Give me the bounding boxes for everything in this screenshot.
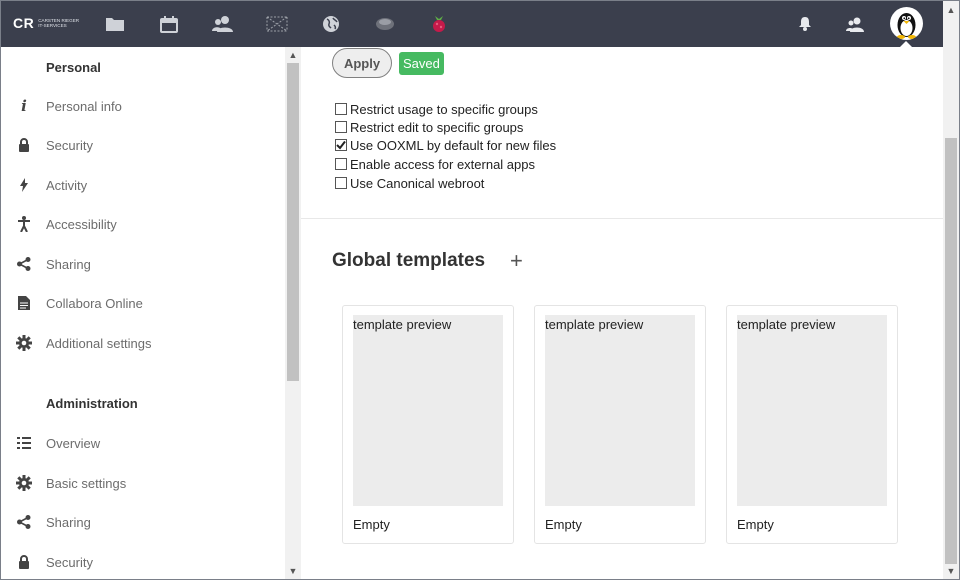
checkbox[interactable] <box>335 158 347 170</box>
sidebar-item-collabora-online[interactable]: Collabora Online <box>1 286 285 320</box>
sidebar-item-label: Sharing <box>46 256 91 272</box>
contacts-menu-icon[interactable] <box>843 12 867 36</box>
raspberry-icon[interactable] <box>427 12 451 36</box>
add-template-button[interactable]: + <box>510 249 523 273</box>
sidebar-item-label: Basic settings <box>46 475 127 491</box>
sidebar-item-label: Sharing <box>46 514 91 530</box>
accessibility-icon <box>15 215 33 233</box>
template-preview: template preview <box>737 315 887 506</box>
checkbox[interactable] <box>335 103 347 115</box>
logo-text: CR <box>13 15 35 31</box>
template-preview: template preview <box>353 315 503 506</box>
sidebar-item-overview[interactable]: Overview <box>1 426 285 460</box>
notes-icon[interactable] <box>373 12 397 36</box>
option-label: Restrict usage to specific groups <box>350 101 538 117</box>
sidebar-item-activity[interactable]: Activity <box>1 168 285 202</box>
sidebar-item-security[interactable]: Security <box>1 128 285 162</box>
lightning-icon <box>15 176 33 194</box>
logo-subtitle: Carsten Rieger IT-Services <box>38 18 80 28</box>
option-restrict-edit[interactable]: Restrict edit to specific groups <box>335 118 523 136</box>
sidebar-item-additional-settings[interactable]: Additional settings <box>1 326 285 360</box>
template-preview-text: template preview <box>353 317 452 332</box>
notifications-icon[interactable] <box>793 12 817 36</box>
option-label: Use OOXML by default for new files <box>350 137 557 153</box>
list-icon <box>15 434 33 452</box>
sidebar-item-accessibility[interactable]: Accessibility <box>1 207 285 241</box>
option-restrict-usage[interactable]: Restrict usage to specific groups <box>335 100 538 118</box>
template-name: Empty <box>353 517 390 532</box>
sidebar-scroll-up-icon[interactable]: ▲ <box>285 48 301 62</box>
option-label: Restrict edit to specific groups <box>350 119 524 135</box>
sidebar-item-basic-settings[interactable]: Basic settings <box>1 466 285 500</box>
personal-section-title: Personal <box>46 60 101 75</box>
main-scroll-down-icon[interactable]: ▼ <box>943 564 959 578</box>
settings-content: Apply Saved Restrict usage to specific g… <box>301 47 943 579</box>
document-icon <box>15 294 33 312</box>
template-name: Empty <box>545 517 582 532</box>
share-icon <box>15 513 33 531</box>
sidebar-item-label: Personal info <box>46 98 122 114</box>
template-preview: template preview <box>545 315 695 506</box>
gear-icon <box>15 474 33 492</box>
template-name: Empty <box>737 517 774 532</box>
sidebar-item-personal-info[interactable]: i Personal info <box>1 89 285 123</box>
checkbox[interactable] <box>335 177 347 189</box>
checkbox[interactable] <box>335 121 347 133</box>
sidebar-item-label: Activity <box>46 177 88 193</box>
checkmark-icon <box>336 140 346 150</box>
apply-button[interactable]: Apply <box>332 48 392 78</box>
option-use-ooxml[interactable]: Use OOXML by default for new files <box>335 136 556 154</box>
section-divider <box>301 218 943 219</box>
sidebar-item-label: Collabora Online <box>46 295 143 311</box>
sidebar-item-admin-security[interactable]: Security <box>1 545 285 579</box>
files-icon[interactable] <box>103 12 127 36</box>
settings-sidebar: Personal i Personal info Security Activi… <box>1 47 301 579</box>
gear-icon <box>15 334 33 352</box>
sidebar-scroll-down-icon[interactable]: ▼ <box>285 564 301 578</box>
logo[interactable]: CR Carsten Rieger IT-Services <box>13 15 79 31</box>
lock-icon <box>15 553 33 571</box>
option-label: Use Canonical webroot <box>350 175 485 191</box>
option-canonical-webroot[interactable]: Use Canonical webroot <box>335 174 484 192</box>
activity-icon[interactable] <box>265 12 289 36</box>
template-card[interactable]: template preview Empty <box>342 305 514 544</box>
sidebar-item-label: Overview <box>46 435 101 451</box>
administration-section-title: Administration <box>46 396 138 411</box>
checkbox-checked[interactable] <box>335 139 347 151</box>
sidebar-item-label: Additional settings <box>46 335 152 351</box>
template-card[interactable]: template preview Empty <box>726 305 898 544</box>
sidebar-item-sharing[interactable]: Sharing <box>1 247 285 281</box>
calendar-icon[interactable] <box>157 12 181 36</box>
top-header: CR Carsten Rieger IT-Services <box>1 1 959 47</box>
sidebar-item-admin-sharing[interactable]: Sharing <box>1 505 285 539</box>
template-card[interactable]: template preview Empty <box>534 305 706 544</box>
sidebar-scrollbar-thumb[interactable] <box>287 63 299 381</box>
globe-icon[interactable] <box>319 12 343 36</box>
tux-penguin-avatar <box>897 13 916 39</box>
option-label: Enable access for external apps <box>350 156 535 172</box>
main-scrollbar-thumb[interactable] <box>945 138 957 564</box>
template-preview-text: template preview <box>545 317 644 332</box>
global-templates-heading: Global templates <box>332 250 486 271</box>
contacts-icon[interactable] <box>211 12 235 36</box>
sidebar-item-label: Security <box>46 554 93 570</box>
user-avatar[interactable] <box>890 7 923 40</box>
main-scroll-up-icon[interactable]: ▲ <box>943 3 959 17</box>
saved-badge: Saved <box>399 52 444 75</box>
option-external-apps[interactable]: Enable access for external apps <box>335 155 535 173</box>
sidebar-item-label: Accessibility <box>46 216 117 232</box>
lock-icon <box>15 136 33 154</box>
share-icon <box>15 255 33 273</box>
info-icon: i <box>21 97 27 115</box>
template-preview-text: template preview <box>737 317 836 332</box>
sidebar-item-label: Security <box>46 137 93 153</box>
